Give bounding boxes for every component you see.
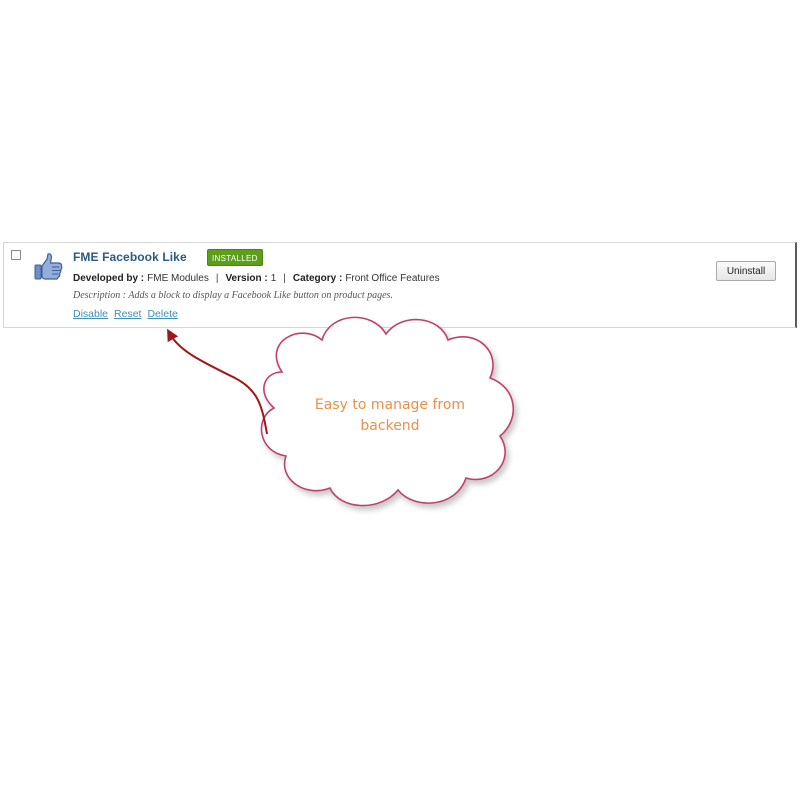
uninstall-button[interactable]: Uninstall	[716, 261, 776, 281]
category-value: Front Office Features	[345, 273, 440, 284]
disable-link[interactable]: Disable	[73, 308, 108, 320]
version-value: 1	[270, 273, 277, 284]
module-actions: Disable Reset Delete	[73, 308, 184, 320]
module-meta: Developed by : FME Modules | Version :1 | Cat…	[73, 273, 440, 284]
developed-by-label: Developed by :	[73, 273, 145, 284]
meta-separator: |	[215, 273, 219, 284]
page: FME Facebook Like INSTALLED Developed by…	[0, 0, 800, 800]
reset-link[interactable]: Reset	[114, 308, 141, 320]
callout-arrow	[167, 328, 268, 435]
version-label: Version :	[225, 273, 268, 284]
category-label: Category :	[292, 273, 343, 284]
module-description: Description : Adds a block to display a …	[73, 290, 393, 301]
module-row: FME Facebook Like INSTALLED Developed by…	[3, 242, 797, 328]
module-title: FME Facebook Like	[73, 250, 187, 264]
status-badge: INSTALLED	[207, 249, 263, 266]
callout-text: Easy to manage from backend	[314, 397, 466, 434]
module-select-checkbox[interactable]	[11, 250, 21, 260]
meta-separator: |	[283, 273, 286, 284]
developed-by-value: FME Modules	[147, 273, 209, 284]
thumbs-up-icon	[33, 251, 65, 283]
delete-link[interactable]: Delete	[147, 308, 177, 320]
